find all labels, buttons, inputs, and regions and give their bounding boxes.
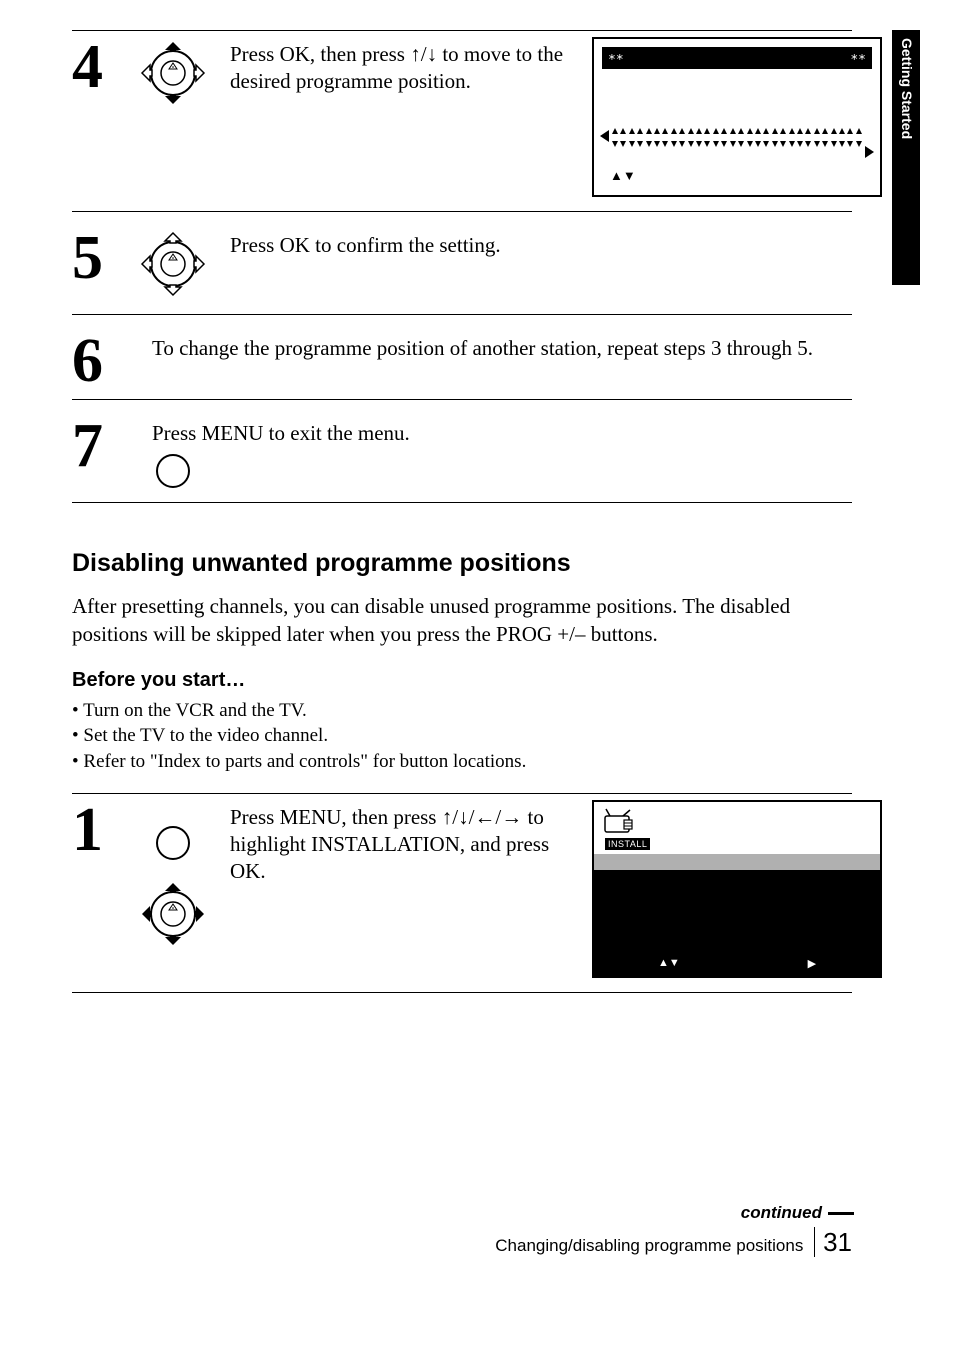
install-label: INSTALL [604,837,651,851]
section-heading-disable: Disabling unwanted programme positions [72,549,882,578]
disable-step-1-text: Press MENU, then press ↑/↓/←/→ to highli… [230,800,574,886]
before-you-start-heading: Before you start… [72,669,882,692]
rule [72,211,852,212]
step-7: 7 Press MENU to exit the menu. [72,410,882,488]
menu-nav-updown: ▲▼ [658,957,680,970]
step-number: 5 [72,228,116,288]
page-footer: continued Changing/disabling programme p… [72,1203,852,1258]
step-number: 1 [72,800,116,860]
step-6-text: To change the programme position of anot… [152,331,882,362]
dpad-ok-icon [137,878,209,950]
before-bullets: Turn on the VCR and the TV. Set the TV t… [72,698,882,775]
rule [72,502,852,503]
section-body-text: After presetting channels, you can disab… [72,592,852,649]
continued-label: continued [72,1203,852,1223]
page-number: 31 [814,1227,852,1257]
side-tab-getting-started: Getting Started [892,30,920,285]
menu-button-icon [156,454,190,488]
step-5: 5 Press OK to confirm the setting. [72,222,882,300]
rule [72,399,852,400]
step-4-text: Press OK, then press ↑/↓ to move to the … [230,37,574,96]
step-number: 7 [72,416,116,476]
swap-right-stars: ∗∗ [850,47,866,69]
step-number: 6 [72,331,116,391]
dpad-ok-icon [137,37,209,109]
menu-button-icon [156,826,190,860]
footer-title: Changing/disabling programme positions [495,1236,803,1255]
disable-step-1: 1 Press MENU, then press ↑/↓/←/→ to high… [72,794,882,978]
step-5-text: Press OK to confirm the setting. [230,228,882,259]
menu-nav-right: ▶ [808,957,816,970]
installation-menu-display: INSTALL ▲▼ ▶ [592,800,882,978]
display-nav-arrows: ▲▼ [602,162,872,183]
install-icon [604,808,634,834]
step-4: 4 Press OK, then press ↑/↓ to move to th… [72,31,882,197]
step-number: 4 [72,37,116,97]
rule [72,314,852,315]
swap-left-stars: ∗∗ [608,47,624,69]
rule [72,992,852,993]
bullet-item: Set the TV to the video channel. [72,723,882,749]
swap-display: ∗∗ ∗∗ ▲▼ [592,37,882,197]
step-7-text: Press MENU to exit the menu. [152,416,882,447]
dpad-ok-icon [137,228,209,300]
step-6: 6 To change the programme position of an… [72,325,882,391]
bullet-item: Refer to "Index to parts and controls" f… [72,749,882,775]
bullet-item: Turn on the VCR and the TV. [72,698,882,724]
